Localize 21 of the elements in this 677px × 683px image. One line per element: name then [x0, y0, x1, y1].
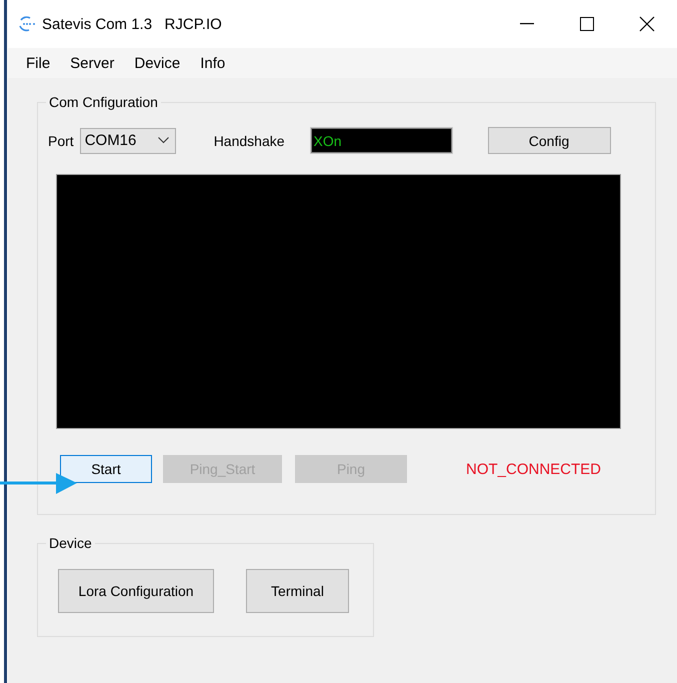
app-icon [18, 16, 36, 32]
chevron-icon [158, 137, 169, 144]
device-button[interactable]: Terminal [246, 569, 349, 613]
menu-item[interactable]: Server [62, 54, 126, 72]
minimize-icon [520, 23, 534, 25]
maximize-icon [580, 17, 594, 31]
device-button[interactable]: Lora Configuration [58, 569, 214, 613]
group-title: Device [46, 535, 95, 551]
handshake-label: Handshake [214, 132, 285, 148]
menu-item[interactable]: Device [126, 54, 192, 72]
close-icon [639, 16, 655, 32]
menu-item[interactable]: Info [192, 54, 238, 72]
handshake-field[interactable]: XOn [310, 128, 452, 153]
port-dropdown[interactable]: COM16 [80, 128, 176, 154]
port-label: Port [48, 132, 74, 148]
connection-status: NOT_CONNECTED [466, 460, 602, 478]
group-title: Com Cnfiguration [46, 94, 161, 110]
action-button[interactable]: Start [60, 455, 152, 483]
window-title: Satevis Com 1.3 RJCP.IO [42, 16, 223, 32]
config-button[interactable]: Config [488, 127, 611, 154]
menu-item[interactable]: File [18, 54, 62, 72]
